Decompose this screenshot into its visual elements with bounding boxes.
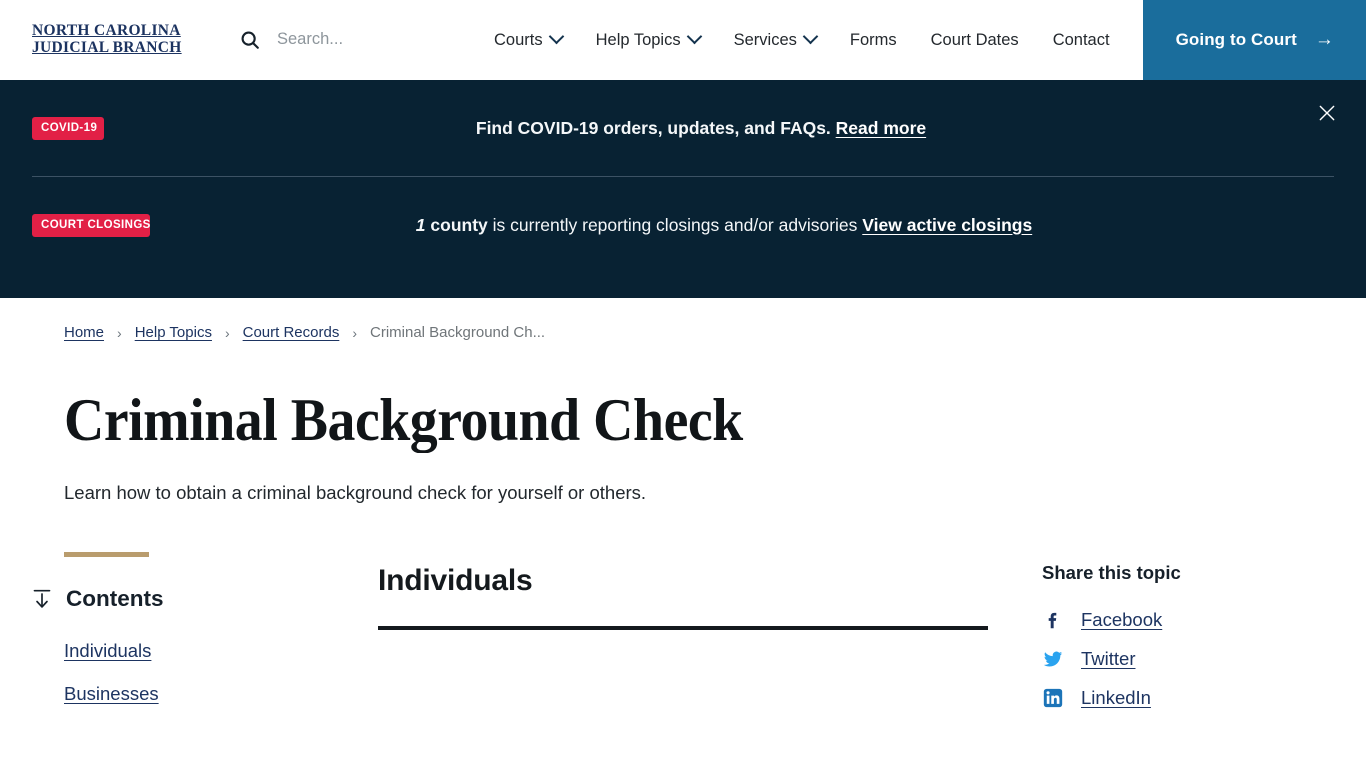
site-logo[interactable]: NORTH CAROLINA JUDICIAL BRANCH — [32, 22, 191, 56]
chevron-right-icon: › — [117, 324, 122, 341]
chevron-down-icon — [686, 28, 702, 45]
nav-item-help-topics[interactable]: Help Topics — [579, 0, 717, 80]
section-title-individuals: Individuals — [378, 564, 533, 597]
share-linkedin[interactable]: LinkedIn — [1042, 687, 1302, 709]
nav-label-help-topics: Help Topics — [595, 30, 681, 49]
breadcrumb-item-current: Criminal Background Ch... — [370, 324, 546, 341]
contents-title: Contents — [66, 586, 164, 611]
view-active-closings-link[interactable]: View active closings — [862, 215, 1032, 235]
list-item: Businesses — [64, 683, 378, 705]
read-more-link[interactable]: Read more — [836, 118, 926, 138]
search-icon[interactable] — [239, 29, 261, 51]
share-label-facebook: Facebook — [1081, 609, 1163, 630]
share-label-twitter: Twitter — [1081, 648, 1136, 669]
contents-header: Contents — [32, 586, 378, 612]
breadcrumb-item-court-records[interactable]: Court Records — [243, 324, 340, 341]
jump-to-icon — [32, 588, 52, 610]
gold-divider — [64, 552, 149, 557]
linkedin-icon — [1042, 687, 1064, 709]
share-list: Facebook Twitter LinkedIn — [1042, 609, 1302, 709]
list-item: Individuals — [64, 640, 378, 662]
page-subtitle: Learn how to obtain a criminal backgroun… — [64, 482, 647, 503]
alert-covid-text: Find COVID-19 orders, updates, and FAQs.… — [476, 118, 926, 139]
status-badge-court-closings: COURT CLOSINGS — [32, 213, 150, 237]
alert-court-closings: COURT CLOSINGS 1 county is currently rep… — [0, 177, 1366, 273]
nav-label-courts: Courts — [494, 30, 543, 49]
closings-count-unit: county — [430, 214, 488, 235]
share-sidebar: Share this topic Facebook Twitter Linked… — [1042, 552, 1302, 726]
main-content: Individuals — [378, 552, 1042, 726]
nav-item-contact[interactable]: Contact — [1036, 0, 1127, 80]
site-header: NORTH CAROLINA JUDICIAL BRANCH Courts He… — [0, 0, 1366, 80]
chevron-down-icon — [548, 28, 564, 45]
chevron-right-icon: › — [352, 324, 357, 341]
arrow-right-icon: → — [1314, 29, 1334, 50]
search-input[interactable] — [277, 30, 477, 49]
nav-item-court-dates[interactable]: Court Dates — [914, 0, 1036, 80]
content-columns: Contents Individuals Businesses Individu… — [0, 552, 1366, 726]
facebook-icon — [1042, 609, 1064, 631]
nav-item-forms[interactable]: Forms — [833, 0, 914, 80]
logo-line-2: JUDICIAL BRANCH — [32, 38, 182, 56]
main-navigation: Courts Help Topics Services Forms Court … — [477, 0, 1366, 80]
alert-closings-text: 1 county is currently reporting closings… — [416, 215, 1032, 236]
chevron-down-icon — [802, 28, 819, 45]
status-badge-covid: COVID-19 — [32, 116, 104, 140]
share-twitter[interactable]: Twitter — [1042, 648, 1302, 670]
nav-label-contact: Contact — [1052, 30, 1110, 49]
contents-list: Individuals Businesses — [64, 640, 378, 705]
closings-count: 1 — [415, 214, 426, 235]
chevron-right-icon: › — [224, 324, 230, 341]
share-label-linkedin: LinkedIn — [1081, 687, 1151, 708]
contents-link-businesses[interactable]: Businesses — [64, 683, 159, 704]
contents-sidebar: Contents Individuals Businesses — [33, 552, 378, 726]
nav-label-court-dates: Court Dates — [930, 30, 1019, 49]
page-header: Criminal Background Check Learn how to o… — [0, 341, 1366, 504]
alert-covid-message: Find COVID-19 orders, updates, and FAQs. — [475, 117, 831, 138]
close-icon[interactable] — [1308, 94, 1346, 132]
cta-label: Going to Court — [1175, 29, 1297, 49]
share-facebook[interactable]: Facebook — [1042, 609, 1302, 631]
breadcrumb-item-home[interactable]: Home — [64, 324, 104, 341]
share-title: Share this topic — [1042, 562, 1181, 583]
going-to-court-button[interactable]: Going to Court → — [1142, 0, 1366, 80]
nav-item-courts[interactable]: Courts — [477, 0, 579, 80]
contents-link-individuals[interactable]: Individuals — [64, 640, 151, 661]
closings-message: is currently reporting closings and/or a… — [492, 214, 858, 235]
nav-label-services: Services — [733, 30, 797, 49]
twitter-icon — [1042, 648, 1064, 670]
breadcrumb: Home › Help Topics › Court Records › Cri… — [0, 298, 1366, 341]
nav-item-services[interactable]: Services — [717, 0, 833, 80]
page-title: Criminal Background Check — [64, 387, 743, 453]
section-divider — [378, 626, 988, 630]
breadcrumb-item-help-topics[interactable]: Help Topics — [135, 324, 212, 341]
logo-line-1: NORTH CAROLINA — [32, 22, 181, 40]
nav-label-forms: Forms — [849, 30, 897, 49]
alert-banner: COVID-19 Find COVID-19 orders, updates, … — [0, 80, 1366, 298]
search-bar[interactable] — [239, 20, 477, 60]
alert-covid: COVID-19 Find COVID-19 orders, updates, … — [0, 80, 1366, 176]
